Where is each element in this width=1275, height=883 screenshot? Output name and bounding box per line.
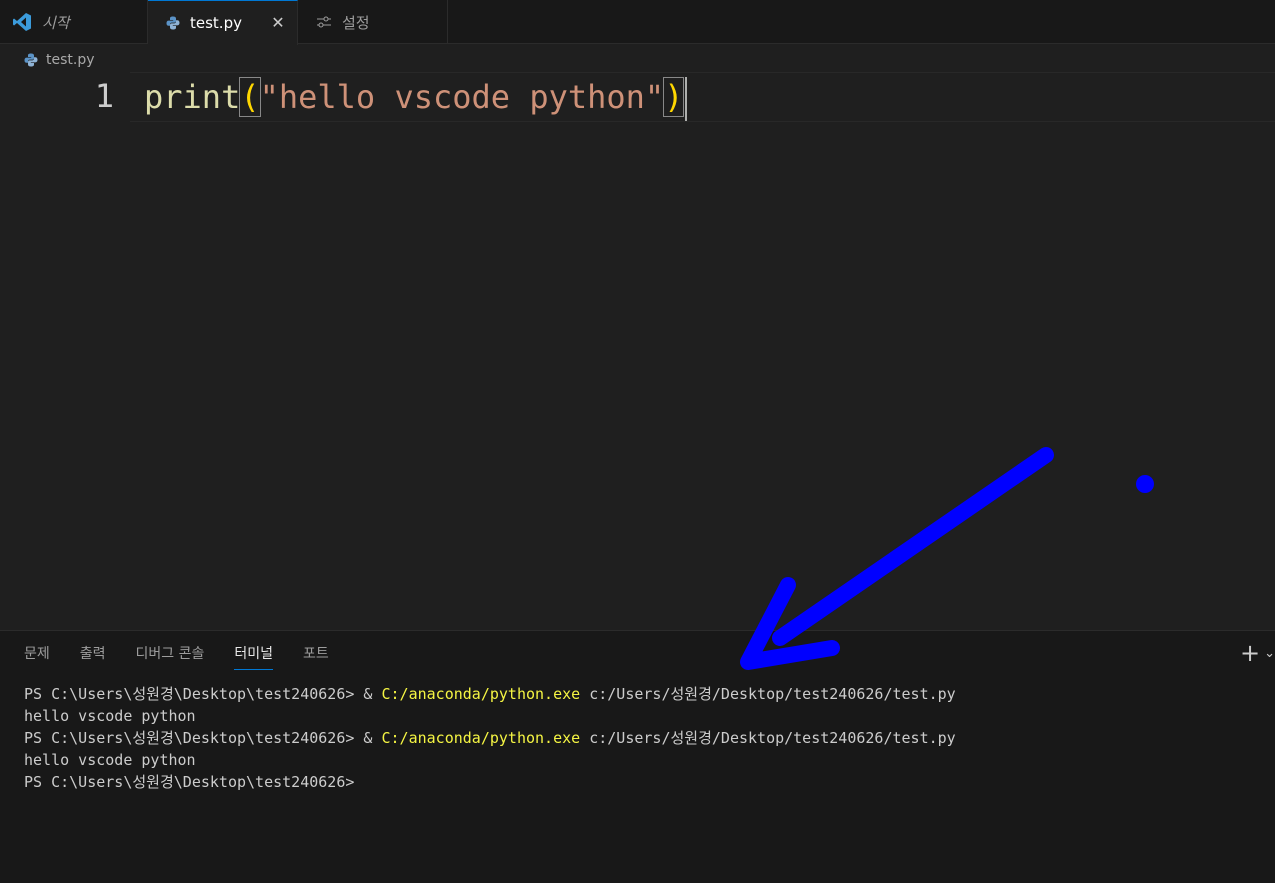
vscode-logo-icon [12,12,32,32]
panel-tab-ports[interactable]: 포트 [303,643,329,670]
code-line[interactable]: print("hello vscode python") [144,76,688,121]
breadcrumb-file[interactable]: test.py [46,52,95,68]
terminal-exe-path: C:/anaconda/python.exe [381,685,581,703]
code-function-token: print [144,78,241,116]
tab-start-label: 시작 [42,13,70,32]
panel-tab-debug-console[interactable]: 디버그 콘솔 [136,643,205,670]
close-icon[interactable]: ✕ [269,13,287,32]
panel-tab-output[interactable]: 출력 [80,643,106,670]
terminal-args: c:/Users/성원경/Desktop/test240626/test.py [580,729,956,747]
tab-start[interactable]: 시작 [0,0,148,44]
chevron-down-icon[interactable]: ⌄ [1264,646,1275,661]
terminal-line: PS C:\Users\성원경\Desktop\test240626> & C:… [24,683,956,705]
panel-actions: + ⌄ [1240,639,1275,667]
terminal-args: c:/Users/성원경/Desktop/test240626/test.py [580,685,956,703]
terminal-line: PS C:\Users\성원경\Desktop\test240626> & C:… [24,727,956,749]
code-editor[interactable]: 1 print("hello vscode python") [0,72,1275,630]
code-close-paren: ) [663,77,685,117]
terminal-line: PS C:\Users\성원경\Desktop\test240626> [24,773,355,791]
panel-tab-problems[interactable]: 문제 [24,643,50,670]
new-terminal-plus-icon[interactable]: + [1240,639,1260,667]
terminal-line: hello vscode python [24,707,196,725]
code-open-paren: ( [239,77,261,117]
terminal-line: hello vscode python [24,751,196,769]
line-number: 1 [94,77,114,115]
editor-tab-bar: 시작 test.py ✕ 설정 [0,0,1275,45]
terminal-prompt: PS C:\Users\성원경\Desktop\test240626> & [24,729,382,747]
panel-tab-terminal[interactable]: 터미널 [234,643,274,670]
python-file-icon [24,53,38,67]
tab-test-py-label: test.py [190,14,242,32]
bottom-panel: 문제 출력 디버그 콘솔 터미널 포트 + ⌄ PS C:\Users\성원경\… [0,630,1275,883]
tab-test-py[interactable]: test.py ✕ [148,0,298,45]
panel-tabs: 문제 출력 디버그 콘솔 터미널 포트 [24,643,359,670]
terminal-prompt: PS C:\Users\성원경\Desktop\test240626> & [24,685,382,703]
text-cursor [685,77,688,121]
code-string-token: "hello vscode python" [259,78,665,116]
python-file-icon [166,16,180,30]
settings-sliders-icon [316,16,332,28]
tab-settings-label: 설정 [342,13,370,32]
breadcrumb[interactable]: test.py [24,49,95,71]
tab-settings[interactable]: 설정 [298,0,448,44]
terminal-exe-path: C:/anaconda/python.exe [381,729,581,747]
terminal-output[interactable]: PS C:\Users\성원경\Desktop\test240626> & C:… [24,683,956,793]
